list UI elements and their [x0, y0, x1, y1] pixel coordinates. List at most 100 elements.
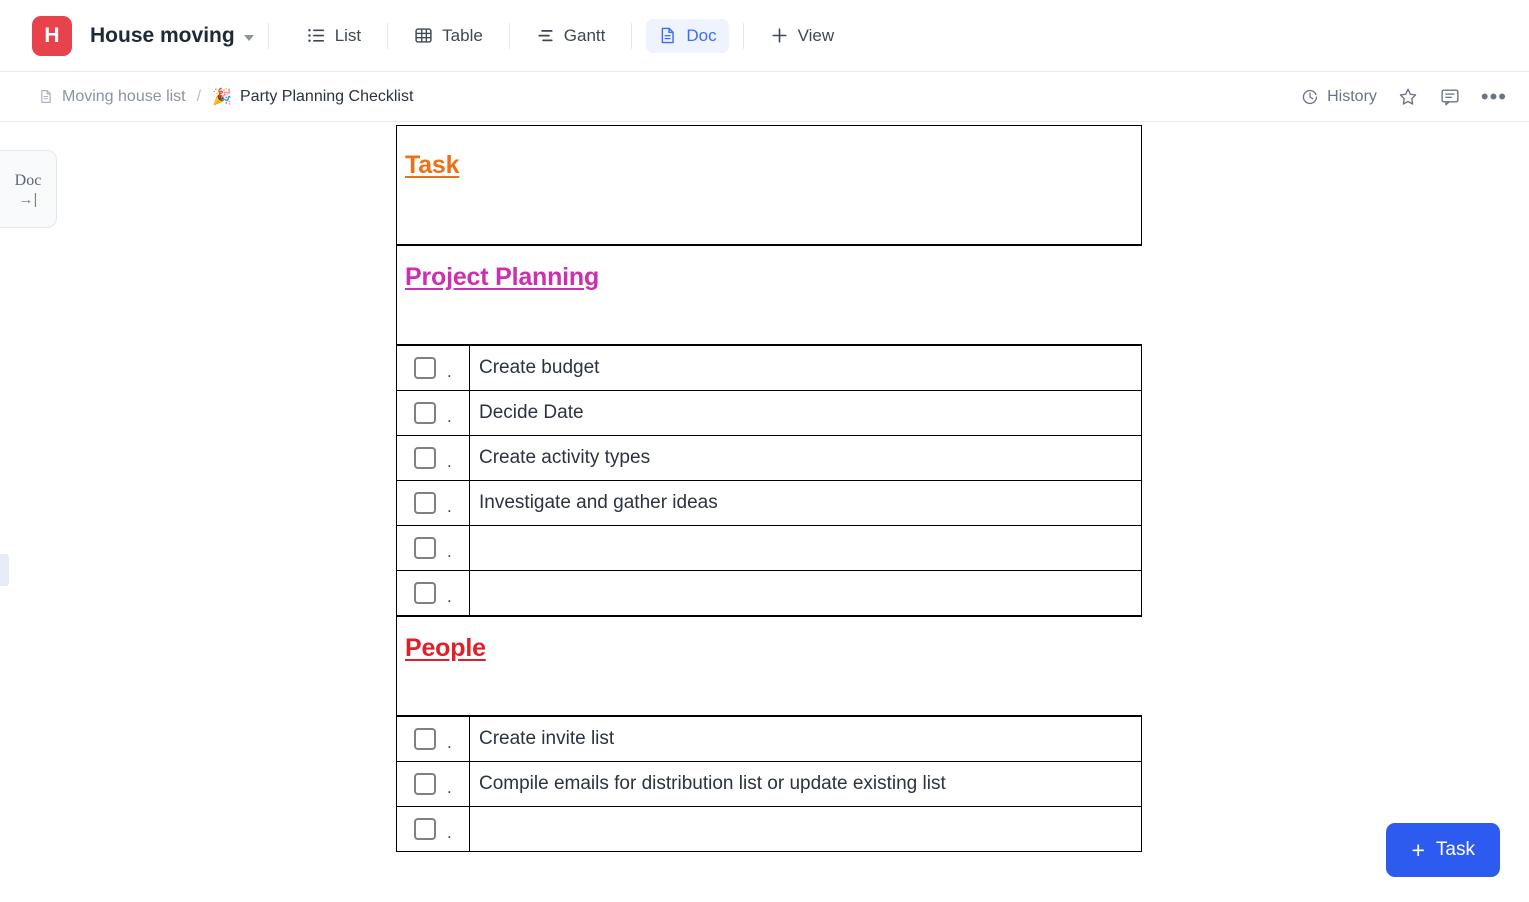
plus-icon [770, 26, 789, 45]
chevron-down-icon[interactable] [244, 35, 254, 41]
add-task-button[interactable]: + Task [1386, 823, 1500, 877]
tab-gantt-label: Gantt [564, 26, 606, 46]
row-marker: . [447, 738, 452, 748]
clock-history-icon [1301, 88, 1319, 106]
doc-content: Task Project Planning . [396, 125, 1142, 852]
tab-gantt[interactable]: Gantt [524, 19, 618, 53]
task-label[interactable]: Investigate and gather ideas [470, 481, 1141, 525]
checklist-people: . Create invite list . Compile emails fo… [396, 716, 1142, 852]
row-marker: . [447, 502, 452, 512]
table-icon [414, 26, 433, 45]
task-checkbox[interactable] [414, 773, 436, 795]
table-row[interactable]: . [397, 571, 1142, 616]
section-heading-row: Project Planning [397, 246, 1143, 345]
table-row[interactable]: . [397, 526, 1142, 571]
more-options-icon: ••• [1481, 92, 1507, 102]
doc-side-panel-toggle[interactable]: Doc →| [0, 150, 57, 228]
breadcrumb-parent-label: Moving house list [62, 88, 186, 106]
task-checkbox[interactable] [414, 357, 436, 379]
breadcrumb-bar: Moving house list / 🎉 Party Planning Che… [0, 72, 1529, 122]
tab-doc[interactable]: Doc [646, 19, 728, 53]
checkbox-cell: . [397, 807, 470, 852]
task-label[interactable]: Compile emails for distribution list or … [470, 762, 1141, 806]
task-cell [470, 526, 1142, 571]
sidebar-hover-indicator[interactable] [0, 554, 9, 586]
row-marker: . [447, 592, 452, 602]
space-title[interactable]: House moving [90, 24, 235, 48]
task-checkbox[interactable] [414, 537, 436, 559]
task-label[interactable]: Create invite list [470, 717, 1141, 761]
doc-table-people: People [396, 616, 1142, 716]
section-heading-cell: Task [397, 126, 1142, 245]
task-checkbox[interactable] [414, 728, 436, 750]
table-row[interactable]: . Decide Date [397, 391, 1142, 436]
task-checkbox[interactable] [414, 447, 436, 469]
task-label[interactable]: Create activity types [470, 436, 1141, 480]
tab-add-view[interactable]: View [758, 19, 847, 53]
task-cell [470, 571, 1142, 616]
task-checkbox[interactable] [414, 582, 436, 604]
task-checkbox[interactable] [414, 818, 436, 840]
task-label[interactable] [470, 807, 1141, 851]
top-toolbar: H House moving List Table [0, 0, 1529, 72]
checkbox-cell: . [397, 571, 470, 616]
breadcrumb-parent[interactable]: Moving house list [38, 88, 186, 106]
breadcrumb-current: 🎉 Party Planning Checklist [212, 87, 413, 107]
checkbox-cell: . [397, 481, 470, 526]
section-heading-task: Task [405, 151, 459, 179]
star-icon [1397, 86, 1419, 108]
tab-list[interactable]: List [295, 19, 373, 53]
task-label[interactable] [470, 526, 1141, 570]
checklist-project-planning: . Create budget . Decide Date [396, 345, 1142, 616]
section-heading-row: People [397, 617, 1143, 716]
party-popper-emoji: 🎉 [212, 87, 232, 107]
history-label: History [1327, 88, 1377, 106]
breadcrumb-current-label: Party Planning Checklist [240, 88, 413, 106]
task-label[interactable] [470, 571, 1141, 615]
table-row[interactable]: . Investigate and gather ideas [397, 481, 1142, 526]
task-label[interactable]: Create budget [470, 346, 1141, 390]
checkbox-cell: . [397, 391, 470, 436]
tab-add-view-label: View [798, 26, 835, 46]
task-cell: Decide Date [470, 391, 1142, 436]
row-marker: . [447, 457, 452, 467]
doc-icon [658, 26, 677, 45]
checkbox-cell: . [397, 436, 470, 481]
toolbar-divider [743, 23, 744, 49]
task-cell: Create budget [470, 346, 1142, 391]
task-label[interactable]: Decide Date [470, 391, 1141, 435]
doc-page-icon [38, 88, 54, 105]
tab-table[interactable]: Table [402, 19, 495, 53]
list-icon [307, 26, 326, 45]
task-checkbox[interactable] [414, 402, 436, 424]
table-row[interactable]: . Create activity types [397, 436, 1142, 481]
task-checkbox[interactable] [414, 492, 436, 514]
document-workspace: Doc →| Task Project Planning [0, 122, 1529, 902]
task-cell: Create activity types [470, 436, 1142, 481]
toolbar-divider [387, 23, 388, 49]
checkbox-cell: . [397, 762, 470, 807]
view-tab-bar: List Table Gantt [295, 19, 846, 53]
comment-icon [1439, 86, 1461, 108]
task-cell [470, 807, 1142, 852]
favorite-button[interactable] [1397, 86, 1419, 108]
breadcrumb-separator: / [197, 88, 201, 106]
doc-table-task: Task [396, 125, 1142, 245]
doc-actions: History ••• [1301, 86, 1507, 108]
table-row[interactable]: . [397, 807, 1142, 852]
toolbar-divider [509, 23, 510, 49]
row-marker: . [447, 547, 452, 557]
workspace-logo[interactable]: H [32, 16, 72, 56]
comment-button[interactable] [1439, 86, 1461, 108]
table-row[interactable]: . Create invite list [397, 717, 1142, 762]
row-marker: . [447, 828, 452, 838]
section-heading-people: People [405, 634, 486, 662]
add-task-label: Task [1436, 839, 1475, 861]
gantt-icon [536, 26, 555, 45]
table-row[interactable]: . Compile emails for distribution list o… [397, 762, 1142, 807]
table-row[interactable]: . Create budget [397, 346, 1142, 391]
checkbox-cell: . [397, 526, 470, 571]
history-button[interactable]: History [1301, 88, 1377, 106]
checkbox-cell: . [397, 717, 470, 762]
more-options-button[interactable]: ••• [1481, 92, 1507, 102]
